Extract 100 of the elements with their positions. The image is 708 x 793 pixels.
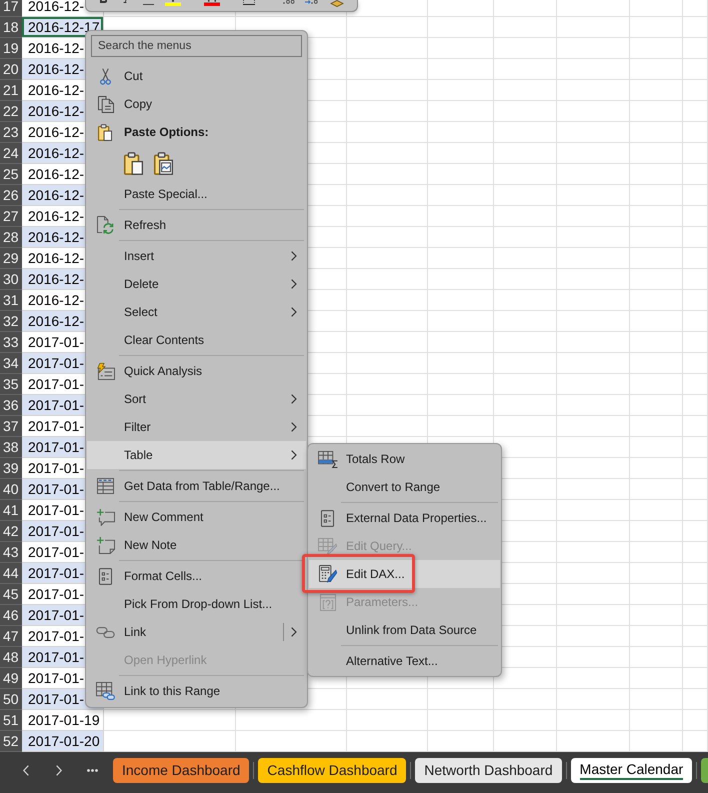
table-cell [494, 206, 557, 227]
table-cell [428, 101, 494, 122]
table-cell [630, 458, 683, 479]
table-cell [630, 269, 683, 290]
sheet-tab[interactable]: Networth Dashboard [415, 758, 562, 783]
table-cell [630, 584, 683, 605]
chevron-right-icon [291, 422, 297, 432]
table-cell [683, 143, 708, 164]
sheet-tab[interactable]: Cashflow Dashboard [258, 758, 406, 783]
table-cell [428, 164, 494, 185]
table-cell [683, 563, 708, 584]
row-number: 25 [0, 164, 22, 185]
menu-heading: Paste Options: [124, 124, 209, 141]
table-cell [630, 0, 683, 17]
table-cell [494, 185, 557, 206]
table-cell [494, 248, 557, 269]
row-number: 38 [0, 437, 22, 458]
table-cell [428, 689, 494, 710]
table-cell [630, 479, 683, 500]
format-painter-icon[interactable] [330, 0, 344, 7]
bold-icon[interactable] [100, 0, 107, 3]
table-cell: 2017-01-20 [22, 731, 104, 752]
table-cell [683, 17, 708, 38]
table-cell [630, 500, 683, 521]
table-cell [630, 668, 683, 689]
list-box-icon [321, 510, 334, 526]
menu-item[interactable]: Convert to Range [309, 473, 500, 501]
menu-item[interactable]: Alternative Text... [309, 647, 500, 675]
font-color-icon[interactable] [204, 0, 220, 6]
table-cell [494, 0, 557, 17]
table-cell [428, 143, 494, 164]
table-cell [428, 0, 494, 17]
highlight-color-icon[interactable] [165, 0, 181, 6]
table-sum-icon [318, 450, 338, 468]
table-cell: 2017-01-19 [22, 710, 104, 731]
table-cell [630, 227, 683, 248]
more-icon[interactable] [87, 769, 98, 772]
table-cell [428, 311, 494, 332]
clipboard-picture-icon[interactable] [154, 152, 173, 174]
comment-plus-icon [96, 508, 114, 526]
table-cell [494, 38, 557, 59]
table-cell [494, 227, 557, 248]
menu-item[interactable]: Table [87, 441, 306, 469]
row-number: 29 [0, 248, 22, 269]
menu-item[interactable]: Totals Row [309, 445, 500, 473]
table-cell [630, 164, 683, 185]
table-cell [683, 227, 708, 248]
table-cell [683, 605, 708, 626]
table-cell [683, 101, 708, 122]
row-number: 30 [0, 269, 22, 290]
chevron-right-icon [291, 450, 297, 460]
menu-item[interactable]: Unlink from Data Source [309, 616, 500, 644]
row-number: 31 [0, 290, 22, 311]
paste-clipboard-icon[interactable] [124, 152, 143, 174]
chevron-left-icon[interactable] [23, 765, 29, 776]
sheet-tab[interactable] [701, 758, 708, 783]
table-cell [428, 59, 494, 80]
row-number: 36 [0, 395, 22, 416]
row-number: 37 [0, 416, 22, 437]
row-number: 22 [0, 101, 22, 122]
table-cell [630, 689, 683, 710]
sheet-tab[interactable]: Master Calendar [570, 758, 692, 783]
chevron-right-icon[interactable] [56, 765, 62, 776]
row-number: 45 [0, 584, 22, 605]
table-cell [683, 458, 708, 479]
table-cell [683, 668, 708, 689]
decrease-decimal-icon[interactable] [305, 0, 318, 4]
table-cell [630, 59, 683, 80]
table-cell [683, 206, 708, 227]
grid-pencil-icon [318, 538, 337, 554]
table-cell [428, 332, 494, 353]
row-number: 24 [0, 143, 22, 164]
italic-icon[interactable] [123, 0, 127, 3]
search-field[interactable]: Search the menus [91, 35, 302, 57]
row-number: 21 [0, 80, 22, 101]
lightning-box-icon [96, 362, 115, 380]
row-number: 17 [0, 0, 22, 17]
table-cell [630, 416, 683, 437]
table-cell [630, 206, 683, 227]
table-cell [494, 80, 557, 101]
table-cell [494, 374, 557, 395]
table-cell [494, 17, 557, 38]
row-number: 51 [0, 710, 22, 731]
menu-item[interactable]: External Data Properties... [309, 504, 500, 532]
sheet-tab[interactable]: Income Dashboard [113, 758, 250, 783]
increase-decimal-icon[interactable] [283, 0, 295, 4]
borders-icon[interactable] [243, 0, 255, 5]
table-cell [630, 143, 683, 164]
row-number: 20 [0, 59, 22, 80]
chevron-right-icon [291, 279, 297, 289]
table-cell [428, 185, 494, 206]
table-cell [494, 311, 557, 332]
row-number: 46 [0, 605, 22, 626]
table-cell [630, 122, 683, 143]
grid-link-icon [96, 682, 115, 700]
table-cell [630, 437, 683, 458]
calculator-pencil-icon [318, 565, 336, 583]
menu-item[interactable]: Edit DAX... [309, 560, 500, 588]
list-box-icon [99, 568, 112, 584]
table-cell [494, 269, 557, 290]
